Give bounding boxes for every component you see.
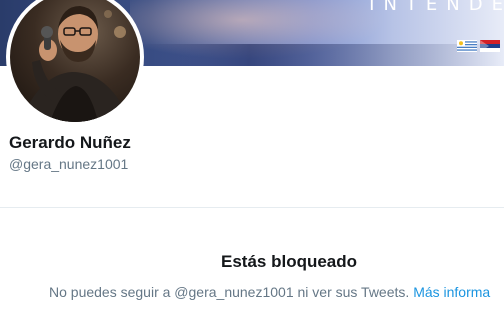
- blocked-message-line: No puedes seguir a @gera_nunez1001 ni ve…: [49, 284, 490, 300]
- blocked-title: Estás bloqueado: [221, 252, 358, 271]
- profile-avatar[interactable]: [6, 0, 144, 126]
- uruguay-flag-icon: [457, 40, 477, 52]
- banner-stripe: [140, 44, 504, 66]
- profile-handle: @gera_nunez1001: [9, 156, 129, 172]
- banner-text: INTENDE: [369, 0, 504, 15]
- profile-display-name: Gerardo Nuñez: [9, 133, 131, 152]
- blocked-message: No puedes seguir a @gera_nunez1001 ni ve…: [49, 284, 414, 300]
- avatar-photo: [10, 0, 140, 122]
- frente-amplio-flag-icon: [480, 40, 500, 52]
- profile-page: INTENDE Gerardo Nuñez @gera_nunez1001 Es…: [0, 0, 504, 313]
- section-divider: [0, 207, 504, 208]
- learn-more-link[interactable]: Más informa: [413, 284, 490, 300]
- speaker-photo-icon: [20, 6, 130, 122]
